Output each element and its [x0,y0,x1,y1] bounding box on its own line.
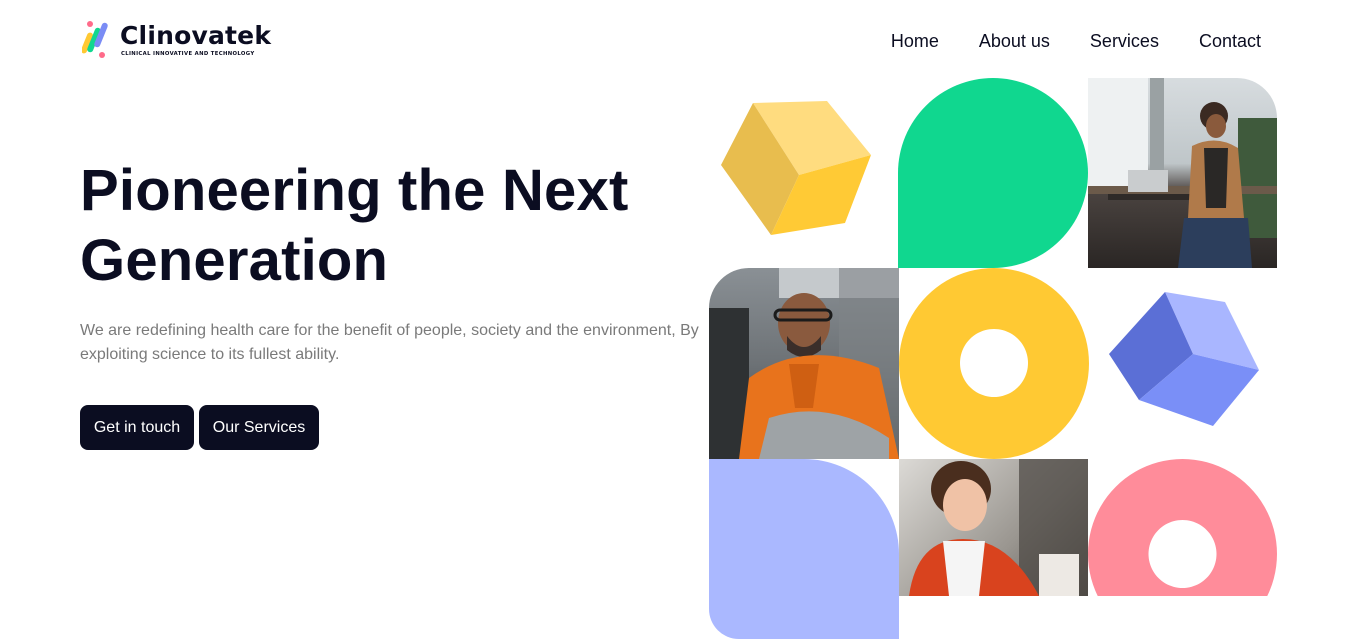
hero-title-line-1: Pioneering the Next [80,158,629,223]
brand-tagline: CLINICAL INNOVATIVE AND TECHNOLOGY [121,51,255,57]
blue-cube-shape [1109,292,1259,426]
hero-collage [0,0,1346,639]
hero-title: Pioneering the Next Generation [80,156,700,296]
clinovatek-logo-icon [82,21,108,58]
smiling-woman-photo [899,459,1088,596]
brand-name: Clinovatek [120,21,272,50]
nav-about-us[interactable]: About us [979,30,1050,52]
green-teardrop-shape [898,78,1088,268]
woman-at-laptop-photo [1088,78,1277,268]
hero-subtitle: We are redefining health care for the be… [80,322,699,363]
yellow-ring-shape [899,268,1089,459]
get-in-touch-button[interactable]: Get in touch [80,405,194,450]
periwinkle-teardrop-shape [709,459,899,639]
yellow-cube-shape [721,101,871,235]
nav-home[interactable]: Home [891,30,939,52]
nav-services[interactable]: Services [1090,30,1159,52]
brand-logo[interactable]: Clinovatek CLINICAL INNOVATIVE AND TECHN… [82,18,282,60]
nav-contact[interactable]: Contact [1199,30,1261,52]
pink-ring-shape [1088,459,1277,596]
man-with-glasses-photo [709,268,899,459]
hero-title-line-2: Generation [80,228,389,293]
our-services-button[interactable]: Our Services [199,405,319,450]
main-nav: Home About us Services Contact [891,30,1261,52]
